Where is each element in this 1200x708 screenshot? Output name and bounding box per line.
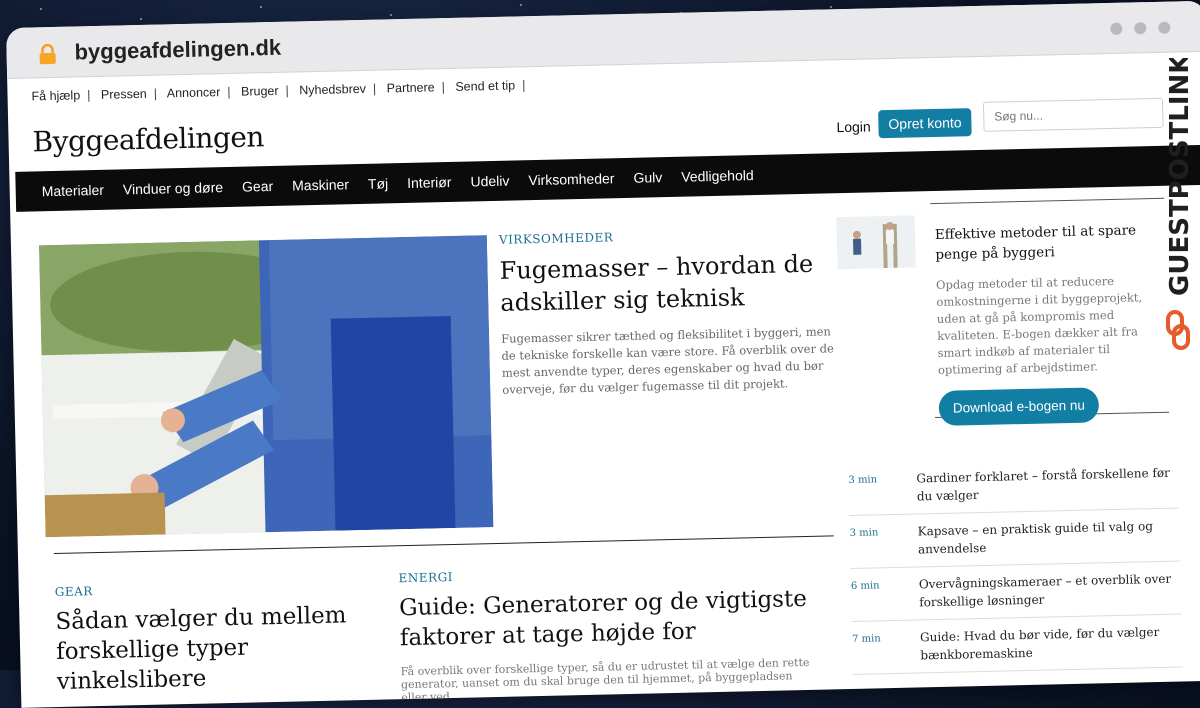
toplink-help[interactable]: Få hjælp — [31, 88, 80, 103]
window-dot-icon[interactable] — [1110, 22, 1123, 35]
nav-item-gear[interactable]: Gear — [242, 178, 273, 195]
card-category[interactable]: ENERGI — [398, 562, 818, 585]
nav-item-floor[interactable]: Gulv — [633, 169, 662, 186]
nav-item-maintenance[interactable]: Vedligehold — [681, 167, 754, 185]
hero-excerpt: Fugemasser sikrer tæthed og fleksibilite… — [501, 324, 834, 397]
read-time: 7 min — [851, 633, 881, 645]
list-item-title[interactable]: Overvågningskameraer – et overblik over … — [919, 569, 1182, 611]
download-ebook-button[interactable]: Download e-bogen nu — [938, 387, 1100, 426]
nav-item-outdoor[interactable]: Udeliv — [470, 173, 509, 190]
promo-text: Opdag metoder til at reducere omkostning… — [935, 273, 1143, 377]
card-excerpt: Få overblik over forskellige typer, så d… — [400, 655, 810, 705]
list-item[interactable]: 3 min Kapsave – en praktisk guide til va… — [849, 508, 1181, 569]
toplink-advertise[interactable]: Annoncer — [167, 85, 221, 100]
nav-item-materials[interactable]: Materialer — [42, 182, 105, 199]
section-divider — [53, 535, 834, 555]
hero-article[interactable]: VIRKSOMHEDER Fugemasser – hvordan de ads… — [499, 225, 843, 399]
list-item-title[interactable]: Gardiner forklaret – forstå forskellene … — [916, 464, 1179, 506]
nav-item-companies[interactable]: Virksomheder — [528, 170, 614, 188]
toplink-newsletter[interactable]: Nyhedsbrev — [299, 82, 366, 98]
guestpostlinks-watermark: GUESTPOSTLINKS — [1158, 35, 1198, 358]
promo-top-divider — [930, 197, 1165, 205]
browser-window: byggeafdelingen.dk Få hjælp | Pressen | An… — [6, 0, 1200, 708]
address-bar-url[interactable]: byggeafdelingen.dk — [74, 35, 281, 66]
read-time: 3 min — [848, 474, 878, 487]
link-chain-icon — [1166, 310, 1190, 350]
toplink-send-tip[interactable]: Send et tip — [455, 78, 515, 93]
hero-category[interactable]: VIRKSOMHEDER — [499, 225, 839, 247]
promo-image — [836, 215, 916, 270]
list-item[interactable]: 7 min Guide: Hvad du bør vide, før du væ… — [851, 614, 1183, 675]
login-link[interactable]: Login — [836, 118, 871, 135]
nav-item-clothing[interactable]: Tøj — [368, 175, 389, 191]
read-time: 6 min — [850, 580, 880, 592]
lock-icon — [39, 43, 56, 65]
card-title[interactable]: Sådan vælger du mellem forskellige typer… — [55, 600, 357, 697]
toplink-press[interactable]: Pressen — [101, 87, 147, 102]
sidebar-article-list: 3 min Gardiner forklaret – forstå forske… — [848, 455, 1183, 675]
nav-item-windows-doors[interactable]: Vinduer og døre — [123, 179, 223, 197]
list-item[interactable]: 6 min Overvågningskameraer – et overblik… — [850, 561, 1182, 622]
site-logo[interactable]: Byggeafdelingen — [32, 120, 264, 158]
window-controls — [1110, 21, 1171, 35]
hero-article-image[interactable] — [38, 235, 494, 538]
article-card-energy[interactable]: ENERGI Guide: Generatorer og de vigtigst… — [398, 562, 821, 704]
toplink-user[interactable]: Bruger — [241, 84, 279, 99]
nav-item-machines[interactable]: Maskiner — [292, 176, 349, 193]
list-item-title[interactable]: Guide: Hvad du bør vide, før du vælger b… — [920, 622, 1183, 664]
watermark-text: GUESTPOSTLINKS — [1165, 58, 1195, 296]
card-category[interactable]: GEAR — [55, 578, 355, 599]
search-input[interactable] — [982, 97, 1164, 132]
read-time: 3 min — [849, 527, 879, 539]
nav-item-interior[interactable]: Interiør — [407, 174, 452, 191]
window-dot-icon[interactable] — [1134, 22, 1147, 35]
article-card-gear[interactable]: GEAR Sådan vælger du mellem forskellige … — [55, 578, 357, 697]
top-links-bar: Få hjælp | Pressen | Annoncer | Bruger | Nyh… — [31, 78, 526, 104]
card-title[interactable]: Guide: Generatorer og de vigtigste fakto… — [399, 584, 820, 654]
window-dot-icon[interactable] — [1158, 21, 1171, 34]
ebook-promo: Effektive metoder til at spare penge på … — [935, 220, 1172, 426]
promo-title[interactable]: Effektive metoder til at spare penge på … — [935, 220, 1168, 265]
hero-title[interactable]: Fugemasser – hvordan de adskiller sig te… — [499, 247, 840, 319]
list-item-title[interactable]: Kapsave – en praktisk guide til valg og … — [917, 517, 1180, 559]
toplink-partners[interactable]: Partnere — [387, 80, 435, 95]
signup-button[interactable]: Opret konto — [878, 108, 972, 139]
list-item[interactable]: 3 min Gardiner forklaret – forstå forske… — [848, 455, 1180, 516]
